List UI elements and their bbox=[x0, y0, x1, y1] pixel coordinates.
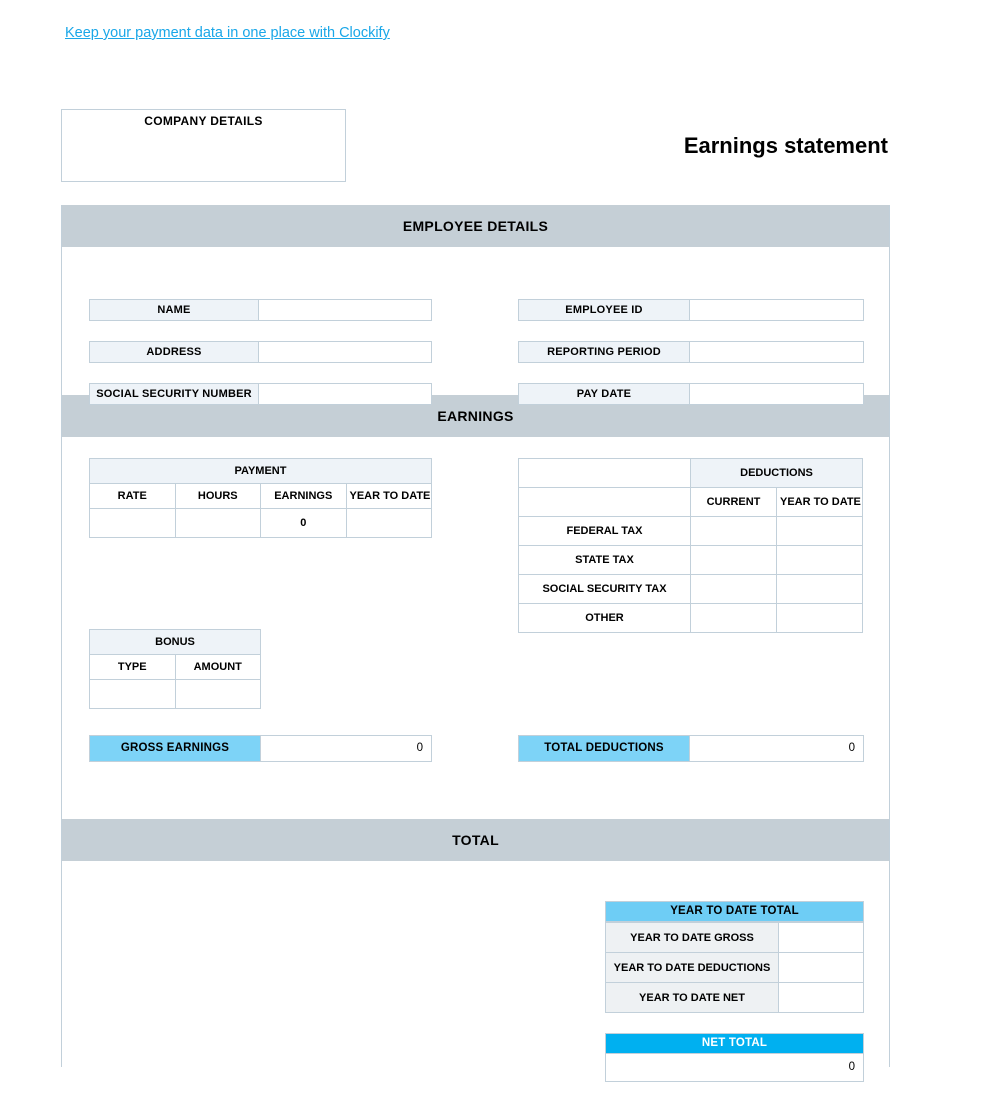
bonus-cell-amount[interactable] bbox=[174, 679, 261, 709]
deductions-label-state-tax: STATE TAX bbox=[518, 545, 691, 575]
table-row: STATE TAX bbox=[518, 545, 863, 575]
field-value-ssn[interactable] bbox=[259, 383, 432, 405]
field-row-reporting-period: REPORTING PERIOD bbox=[518, 341, 864, 363]
payment-col-hours: HOURS bbox=[174, 483, 261, 509]
total-deductions-row: TOTAL DEDUCTIONS 0 bbox=[518, 735, 864, 762]
table-row: YEAR TO DATE DEDUCTIONS bbox=[605, 952, 864, 983]
field-label-address: ADDRESS bbox=[89, 341, 259, 363]
field-value-reporting-period[interactable] bbox=[690, 341, 864, 363]
year-to-date-total-table: YEAR TO DATE GROSS YEAR TO DATE DEDUCTIO… bbox=[605, 922, 864, 1013]
table-row: OTHER bbox=[518, 603, 863, 633]
field-value-pay-date[interactable] bbox=[690, 383, 864, 405]
deductions-label-social-security-tax: SOCIAL SECURITY TAX bbox=[518, 574, 691, 604]
deductions-table-caption: DEDUCTIONS bbox=[690, 458, 863, 488]
deductions-current-state-tax[interactable] bbox=[690, 545, 777, 575]
field-row-employee-id: EMPLOYEE ID bbox=[518, 299, 864, 321]
section-header-total: TOTAL bbox=[62, 819, 889, 861]
earnings-body: PAYMENT RATE HOURS EARNINGS YEAR TO DATE… bbox=[62, 437, 889, 819]
bonus-table: BONUS TYPE AMOUNT bbox=[89, 629, 261, 709]
net-total-value[interactable]: 0 bbox=[605, 1054, 864, 1082]
company-details-title: COMPANY DETAILS bbox=[144, 114, 263, 128]
ytd-value-gross[interactable] bbox=[778, 922, 864, 953]
payment-col-earnings: EARNINGS bbox=[260, 483, 347, 509]
earnings-statement-frame: EMPLOYEE DETAILS NAME ADDRESS SOCIAL SEC… bbox=[61, 205, 890, 1107]
table-row: YEAR TO DATE NET bbox=[605, 982, 864, 1013]
payment-cell-hours[interactable] bbox=[174, 508, 261, 538]
year-to-date-total-caption: YEAR TO DATE TOTAL bbox=[605, 901, 864, 922]
field-row-address: ADDRESS bbox=[89, 341, 432, 363]
field-label-ssn: SOCIAL SECURITY NUMBER bbox=[89, 383, 259, 405]
employee-details-body: NAME ADDRESS SOCIAL SECURITY NUMBER EMPL… bbox=[62, 247, 889, 405]
payment-col-rate: RATE bbox=[89, 483, 176, 509]
field-label-pay-date: PAY DATE bbox=[518, 383, 690, 405]
ytd-label-deductions: YEAR TO DATE DEDUCTIONS bbox=[605, 952, 779, 983]
deductions-ytd-federal-tax[interactable] bbox=[776, 516, 863, 546]
payment-table: PAYMENT RATE HOURS EARNINGS YEAR TO DATE… bbox=[89, 458, 432, 538]
table-row: YEAR TO DATE GROSS bbox=[605, 922, 864, 953]
deductions-label-other: OTHER bbox=[518, 603, 691, 633]
deductions-ytd-state-tax[interactable] bbox=[776, 545, 863, 575]
total-body: YEAR TO DATE TOTAL YEAR TO DATE GROSS YE… bbox=[62, 861, 889, 1107]
deductions-table-header-row: CURRENT YEAR TO DATE bbox=[518, 487, 863, 517]
field-row-name: NAME bbox=[89, 299, 432, 321]
gross-earnings-row: GROSS EARNINGS 0 bbox=[89, 735, 432, 762]
gross-earnings-value[interactable]: 0 bbox=[261, 735, 432, 762]
page-title: Earnings statement bbox=[683, 133, 888, 158]
bonus-cell-type[interactable] bbox=[89, 679, 176, 709]
table-row: SOCIAL SECURITY TAX bbox=[518, 574, 863, 604]
deductions-col-current: CURRENT bbox=[690, 487, 777, 517]
ytd-value-net[interactable] bbox=[778, 982, 864, 1013]
bonus-col-type: TYPE bbox=[89, 654, 176, 680]
deductions-table: DEDUCTIONS CURRENT YEAR TO DATE FEDERAL … bbox=[518, 458, 863, 633]
payment-cell-ytd[interactable] bbox=[345, 508, 432, 538]
clockify-promo-link[interactable]: Keep your payment data in one place with… bbox=[65, 25, 390, 41]
total-deductions-label: TOTAL DEDUCTIONS bbox=[518, 735, 690, 762]
deductions-current-other[interactable] bbox=[690, 603, 777, 633]
table-row bbox=[89, 679, 261, 709]
deductions-header-spacer bbox=[518, 487, 691, 517]
deductions-label-federal-tax: FEDERAL TAX bbox=[518, 516, 691, 546]
payment-cell-earnings[interactable]: 0 bbox=[260, 508, 347, 538]
gross-earnings-label: GROSS EARNINGS bbox=[89, 735, 261, 762]
field-label-employee-id: EMPLOYEE ID bbox=[518, 299, 690, 321]
field-row-pay-date: PAY DATE bbox=[518, 383, 864, 405]
payment-cell-rate[interactable] bbox=[89, 508, 176, 538]
table-row: FEDERAL TAX bbox=[518, 516, 863, 546]
field-row-ssn: SOCIAL SECURITY NUMBER bbox=[89, 383, 432, 405]
net-total-caption: NET TOTAL bbox=[605, 1033, 864, 1054]
deductions-current-social-security-tax[interactable] bbox=[690, 574, 777, 604]
table-row: 0 bbox=[89, 508, 432, 538]
payment-col-ytd: YEAR TO DATE bbox=[345, 483, 432, 509]
deductions-ytd-social-security-tax[interactable] bbox=[776, 574, 863, 604]
year-to-date-total-block: YEAR TO DATE TOTAL YEAR TO DATE GROSS YE… bbox=[605, 901, 864, 1013]
field-value-employee-id[interactable] bbox=[690, 299, 864, 321]
payment-table-header-row: RATE HOURS EARNINGS YEAR TO DATE bbox=[89, 483, 432, 509]
promo-banner: Keep your payment data in one place with… bbox=[65, 24, 390, 42]
net-total-block: NET TOTAL 0 bbox=[605, 1033, 864, 1082]
section-header-employee-details: EMPLOYEE DETAILS bbox=[62, 205, 889, 247]
field-value-address[interactable] bbox=[259, 341, 432, 363]
deductions-current-federal-tax[interactable] bbox=[690, 516, 777, 546]
ytd-label-net: YEAR TO DATE NET bbox=[605, 982, 779, 1013]
ytd-label-gross: YEAR TO DATE GROSS bbox=[605, 922, 779, 953]
ytd-value-deductions[interactable] bbox=[778, 952, 864, 983]
bonus-table-caption: BONUS bbox=[89, 629, 261, 655]
deductions-ytd-other[interactable] bbox=[776, 603, 863, 633]
deductions-caption-spacer bbox=[518, 458, 691, 488]
payment-table-caption: PAYMENT bbox=[89, 458, 432, 484]
company-details-box[interactable]: COMPANY DETAILS bbox=[61, 109, 346, 182]
deductions-col-ytd: YEAR TO DATE bbox=[776, 487, 863, 517]
field-value-name[interactable] bbox=[259, 299, 432, 321]
total-deductions-value[interactable]: 0 bbox=[690, 735, 864, 762]
bonus-table-header-row: TYPE AMOUNT bbox=[89, 654, 261, 680]
field-label-reporting-period: REPORTING PERIOD bbox=[518, 341, 690, 363]
field-label-name: NAME bbox=[89, 299, 259, 321]
bonus-col-amount: AMOUNT bbox=[174, 654, 261, 680]
